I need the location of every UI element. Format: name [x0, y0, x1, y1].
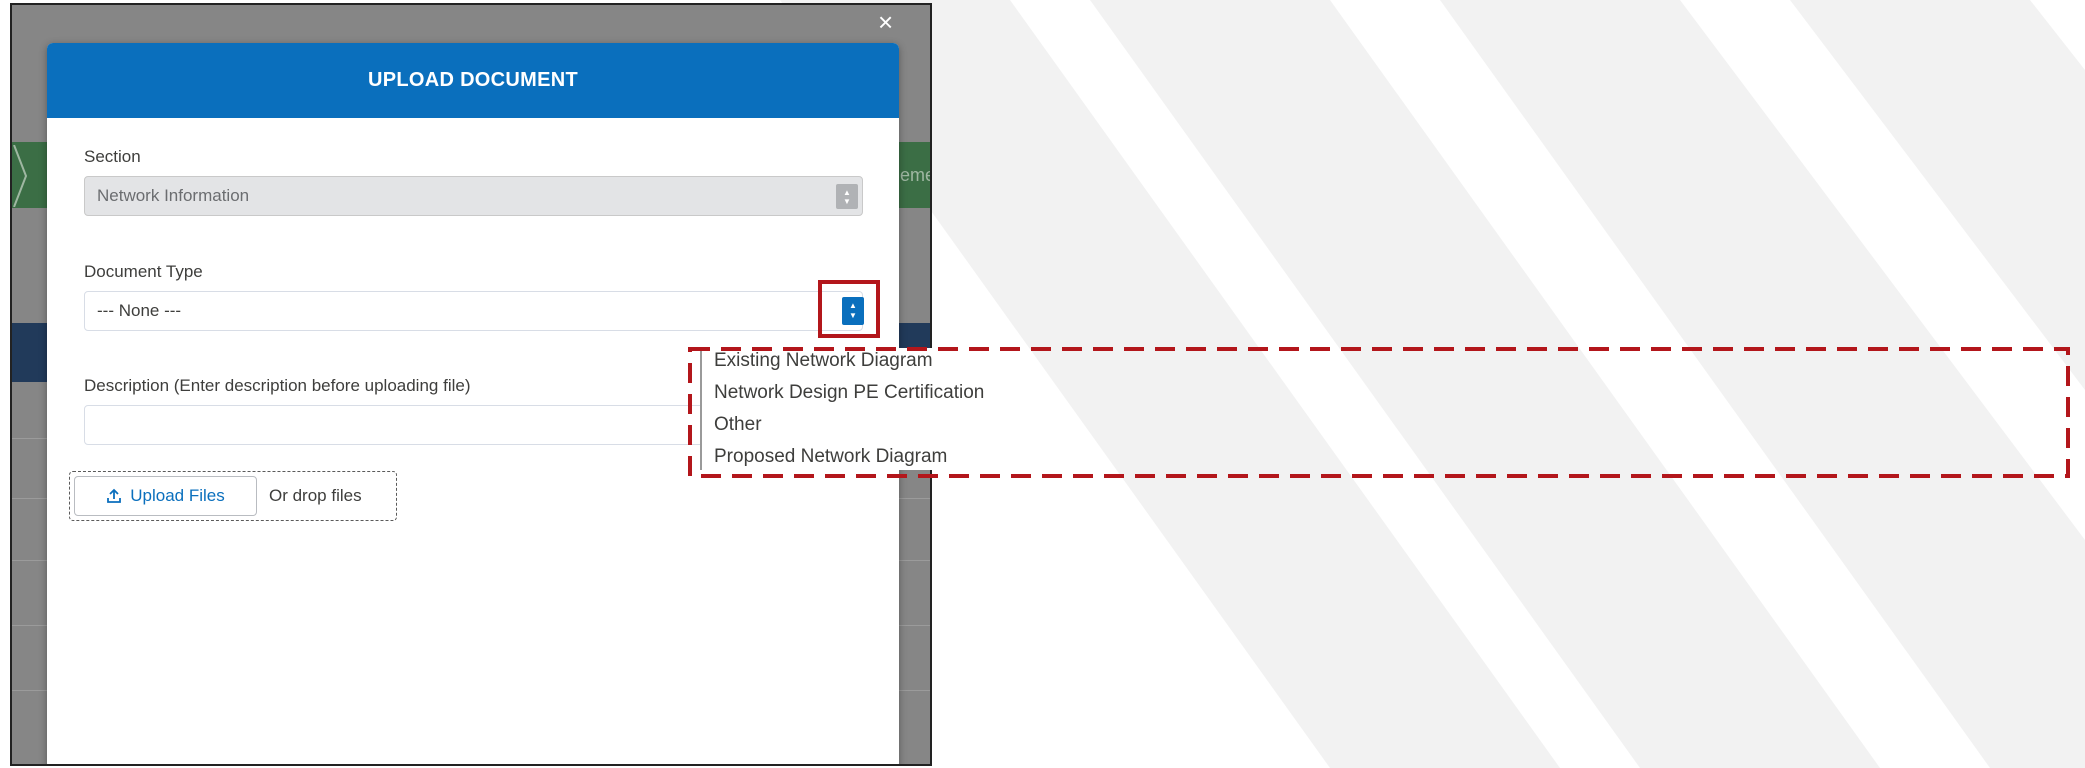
- section-value: Network Information: [97, 186, 250, 205]
- document-type-select[interactable]: --- None ---: [84, 291, 863, 331]
- drop-files-text: Or drop files: [269, 486, 362, 505]
- upload-files-label: Upload Files: [130, 486, 225, 505]
- upload-icon: [107, 488, 122, 503]
- chevron-right-icon: [13, 145, 28, 207]
- description-label: Description (Enter description before up…: [84, 376, 471, 395]
- section-label: Section: [84, 147, 141, 166]
- modal-title: UPLOAD DOCUMENT: [367, 69, 579, 91]
- modal-header: UPLOAD DOCUMENT: [47, 43, 899, 118]
- upload-files-button[interactable]: Upload Files: [74, 476, 257, 516]
- document-type-value: --- None ---: [97, 301, 182, 320]
- close-icon[interactable]: ×: [878, 7, 893, 37]
- section-select: Network Information ▲ ▼: [84, 176, 863, 216]
- dashed-highlight-box: [688, 347, 2070, 478]
- file-drop-zone[interactable]: Upload Files Or drop files: [69, 471, 397, 521]
- document-type-label: Document Type: [84, 262, 203, 281]
- background-partial-text: eme: [900, 165, 932, 185]
- highlight-box: [818, 280, 880, 338]
- select-arrows-icon: ▲ ▼: [836, 184, 858, 209]
